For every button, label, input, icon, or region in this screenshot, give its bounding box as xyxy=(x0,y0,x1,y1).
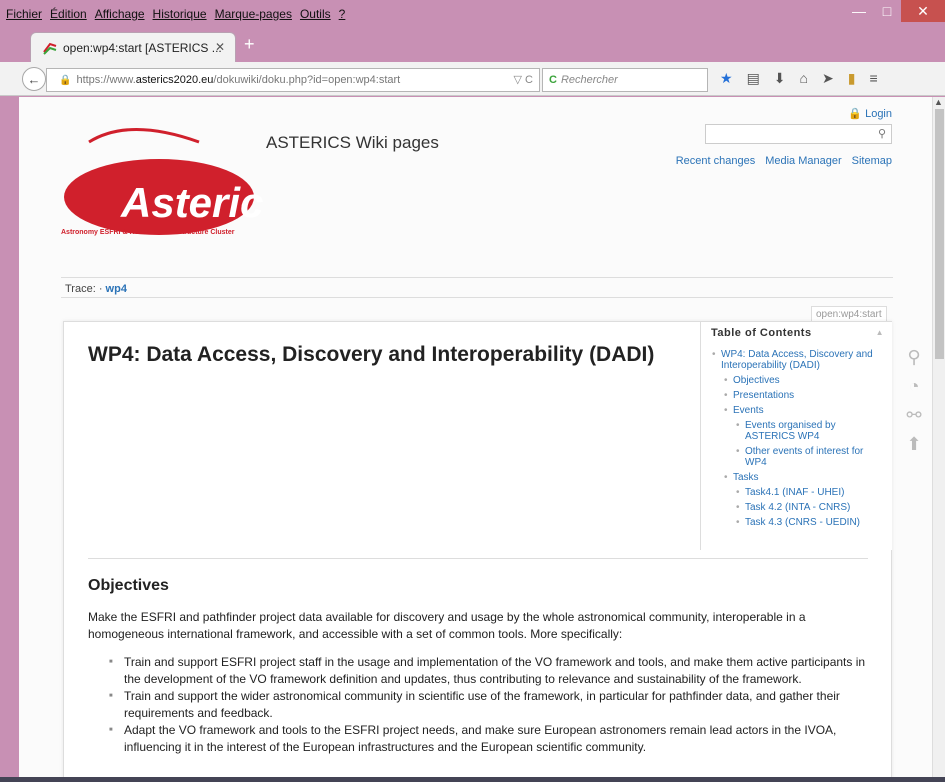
trace-label: Trace: xyxy=(65,283,96,295)
scrollbar-thumb[interactable] xyxy=(935,109,944,359)
page-viewport: Asterics Astronomy ESFRI & Research Infr… xyxy=(19,97,932,777)
toc-item[interactable]: Events xyxy=(724,405,892,416)
toc-heading[interactable]: Table of Contents ▲ xyxy=(701,322,892,344)
asterics-logo: Asterics Astronomy ESFRI & Research Infr… xyxy=(61,128,264,236)
sitemap-link[interactable]: Sitemap xyxy=(852,155,892,167)
recent-changes-link[interactable]: Recent changes xyxy=(676,155,756,167)
breadcrumb: Trace: · wp4 xyxy=(65,283,127,295)
maximize-button[interactable]: □ xyxy=(873,0,901,22)
list-item: Train and support the wider astronomical… xyxy=(109,688,878,722)
close-tab-icon[interactable]: ✕ xyxy=(215,40,225,54)
menu-icon[interactable]: ≡ xyxy=(869,70,877,87)
search-placeholder: Rechercher xyxy=(560,74,618,86)
menu-marque-pages[interactable]: Marque-pages xyxy=(215,7,292,21)
menu-affichage[interactable]: Affichage xyxy=(95,7,145,21)
back-to-top-icon[interactable]: ⬆ xyxy=(906,434,921,455)
link-icon[interactable]: ⚯ xyxy=(906,405,921,426)
intro-paragraph: Make the ESFRI and pathfinder project da… xyxy=(88,610,806,641)
vertical-scrollbar[interactable]: ▲ xyxy=(932,97,945,777)
toc-item[interactable]: Task 4.2 (INTA - CNRS) xyxy=(736,502,892,513)
navigation-bar: ← 🔒 https://www. asterics2020.eu/dokuwiki… xyxy=(0,62,945,96)
page-tools: ⚲ ◔ ⚯ ⬆ xyxy=(902,347,926,455)
toc-heading-label: Table of Contents xyxy=(711,327,812,339)
login-label: Login xyxy=(865,108,892,120)
search-icon[interactable]: ⚲ xyxy=(878,127,886,140)
objectives-list: Train and support ESFRI project staff in… xyxy=(109,654,878,756)
browser-search-input[interactable]: C Rechercher xyxy=(542,68,708,92)
divider xyxy=(88,558,868,559)
home-icon[interactable]: ⌂ xyxy=(800,70,808,87)
logo-tagline: Astronomy ESFRI & Research Infrastructur… xyxy=(61,229,235,236)
close-window-button[interactable]: ✕ xyxy=(901,0,945,22)
back-button[interactable]: ← xyxy=(22,67,46,91)
taskbar xyxy=(0,777,945,782)
section-heading-objectives: Objectives xyxy=(88,577,169,594)
tab-bar: open:wp4:start [ASTERICS ... ✕ + xyxy=(0,28,945,62)
menu-outils[interactable]: Outils xyxy=(300,7,331,21)
send-icon[interactable]: ➤ xyxy=(822,70,834,87)
download-icon[interactable]: ⬇ xyxy=(774,70,786,87)
browser-window: Fichier Édition Affichage Historique Mar… xyxy=(0,0,945,782)
list-item: Adapt the VO framework and tools to the … xyxy=(109,722,878,756)
lock-icon: 🔒 xyxy=(59,74,72,86)
site-title[interactable]: ASTERICS Wiki pages xyxy=(266,133,439,153)
media-manager-link[interactable]: Media Manager xyxy=(765,155,841,167)
star-icon[interactable]: ★ xyxy=(720,70,733,87)
divider xyxy=(61,297,893,298)
toc-item[interactable]: WP4: Data Access, Discovery and Interope… xyxy=(712,349,881,371)
page-content: WP4: Data Access, Discovery and Interope… xyxy=(63,321,892,777)
login-link[interactable]: 🔒 Login xyxy=(848,107,892,120)
minimize-button[interactable]: — xyxy=(845,0,873,22)
toolbar-icons: ★ ▤ ⬇ ⌂ ➤ ▮ ≡ xyxy=(720,70,878,87)
wiki-search-input[interactable]: ⚲ xyxy=(705,124,892,144)
toc-item[interactable]: Events organised by ASTERICS WP4 xyxy=(736,420,875,442)
toc-item[interactable]: Presentations xyxy=(724,390,892,401)
url-domain: asterics2020.eu xyxy=(135,74,214,86)
url-path: /dokuwiki/doku.php?id=open:wp4:start xyxy=(213,74,401,86)
menu-bar: Fichier Édition Affichage Historique Mar… xyxy=(0,0,945,28)
menu-edition[interactable]: Édition xyxy=(50,7,87,21)
toc-item[interactable]: Objectives xyxy=(724,375,892,386)
pocket-icon[interactable]: ▮ xyxy=(848,70,856,87)
tab-title: open:wp4:start [ASTERICS ... xyxy=(63,40,222,55)
table-of-contents: Table of Contents ▲ WP4: Data Access, Di… xyxy=(700,322,892,550)
favicon-icon xyxy=(43,42,57,55)
new-tab-button[interactable]: + xyxy=(244,34,255,55)
wiki-tools: Recent changes Media Manager Sitemap xyxy=(676,155,892,167)
window-controls: — □ ✕ xyxy=(845,0,945,22)
divider xyxy=(61,277,893,278)
lock-icon: 🔒 xyxy=(848,108,863,120)
trace-link-wp4[interactable]: wp4 xyxy=(106,283,127,295)
search-engine-icon: C xyxy=(549,74,557,86)
page-title: WP4: Data Access, Discovery and Interope… xyxy=(88,343,655,366)
toc-item[interactable]: Other events of interest for WP4 xyxy=(736,446,875,468)
url-prefix: https://www. xyxy=(76,74,136,86)
tab-active[interactable]: open:wp4:start [ASTERICS ... ✕ xyxy=(30,32,236,62)
scroll-up-icon[interactable]: ▲ xyxy=(934,97,943,107)
search-icon[interactable]: ⚲ xyxy=(907,347,920,368)
collapse-icon[interactable]: ▲ xyxy=(876,328,884,337)
url-bar[interactable]: 🔒 https://www. asterics2020.eu/dokuwiki/d… xyxy=(46,68,540,92)
menu-historique[interactable]: Historique xyxy=(153,7,207,21)
toc-item[interactable]: Task4.1 (INAF - UHEI) xyxy=(736,487,892,498)
menu-fichier[interactable]: Fichier xyxy=(6,7,42,21)
menu-help[interactable]: ? xyxy=(339,7,346,21)
toc-item[interactable]: Tasks xyxy=(724,472,892,483)
logo-text: Asterics xyxy=(120,179,264,226)
page-id: open:wp4:start xyxy=(811,306,887,322)
reload-icon[interactable]: ▽ C xyxy=(514,73,533,86)
history-icon[interactable]: ◔ xyxy=(909,376,920,397)
toc-item[interactable]: Task 4.3 (CNRS - UEDIN) xyxy=(736,517,892,528)
list-item: Train and support ESFRI project staff in… xyxy=(109,654,878,688)
reading-list-icon[interactable]: ▤ xyxy=(747,70,760,87)
